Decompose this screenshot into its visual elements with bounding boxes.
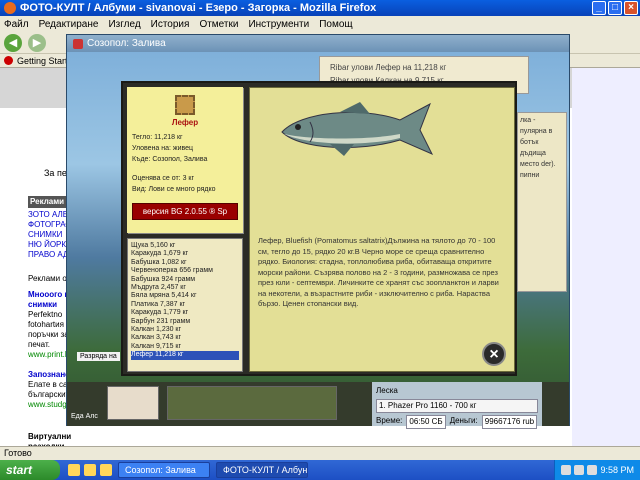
list-item[interactable]: Каракуда 1,679 кг <box>131 250 239 258</box>
fish-score: Оценява се от: 3 кг <box>132 175 195 182</box>
list-item[interactable]: Щука 5,160 кг <box>131 242 239 250</box>
stamp-icon <box>175 95 195 115</box>
quicklaunch-icon[interactable] <box>84 464 96 476</box>
menu-bar: Файл Редактиране Изглед История Отметки … <box>0 16 640 32</box>
fish-detail-panel: Лефер, Bluefish (Pomatomus saltatrix)Дъл… <box>249 87 515 372</box>
minimize-button[interactable]: _ <box>592 1 606 15</box>
catch-list: Щука 5,160 кг Каракуда 1,679 кг Бабушка … <box>127 238 243 372</box>
bait-slot-shrimp[interactable] <box>107 386 159 420</box>
maximize-button[interactable]: □ <box>608 1 622 15</box>
taskbar: start Созопол: Залива ФОТО-КУЛТ / Албун.… <box>0 460 640 480</box>
catch-log-entry: Ribar улови Лефер на 11,218 кг <box>330 63 447 72</box>
close-button[interactable]: × <box>624 1 638 15</box>
menu-file[interactable]: Файл <box>4 19 29 30</box>
close-dialog-button[interactable]: × <box>482 342 506 366</box>
list-item[interactable]: Каракуда 1,779 кг <box>131 309 239 317</box>
list-item[interactable]: Барбун 231 грамм <box>131 318 239 326</box>
time-label: Време: <box>376 416 403 425</box>
menu-tools[interactable]: Инструменти <box>248 19 309 30</box>
menu-bookmarks[interactable]: Отметки <box>199 19 238 30</box>
money-value: 99667176 rub <box>481 415 538 429</box>
game-title-bar: Созопол: Залива <box>67 35 569 52</box>
tray-icon[interactable] <box>574 465 585 475</box>
rod-info[interactable]: 1. Phazer Pro 1160 - 700 кг <box>376 399 538 413</box>
tray-icon[interactable] <box>587 465 598 475</box>
game-window-title: Созопол: Залива <box>87 38 166 49</box>
menu-history[interactable]: История <box>151 19 190 30</box>
fish-summary-note: Лефер Тегло: 11,218 кг Уловена на: живец… <box>127 87 243 233</box>
list-item[interactable]: Калкан 3,743 кг <box>131 334 239 342</box>
time-value: 06:50 СБ <box>406 415 446 429</box>
version-badge: версия BG 2.0.55 ® Sp <box>132 203 238 220</box>
tray-icon[interactable] <box>561 465 572 475</box>
game-bottom-bar: Еда Алс Леска 1. Phazer Pro 1160 - 700 к… <box>67 382 569 429</box>
system-tray: 9:58 PM <box>554 460 640 480</box>
fish-kind: Вид: Лови се много рядко <box>132 186 216 193</box>
list-item[interactable]: Мъдруга 2,457 кг <box>131 284 239 292</box>
fish-place: Къде: Созопол, Залива <box>132 156 208 163</box>
menu-view[interactable]: Изглед <box>108 19 140 30</box>
fish-weight: Тегло: 11,218 кг <box>132 134 183 141</box>
page-right-column <box>572 68 640 448</box>
line-label: Леска <box>376 386 398 395</box>
clock: 9:58 PM <box>600 465 634 475</box>
menu-help[interactable]: Помощ <box>319 19 352 30</box>
list-item[interactable]: Бяла мряна 5,414 кг <box>131 292 239 300</box>
forward-arrow-icon[interactable]: ▶ <box>28 33 46 52</box>
food-label: Еда Алс <box>71 413 98 420</box>
line-info-panel: Леска 1. Phazer Pro 1160 - 700 кг Време:… <box>372 382 542 429</box>
quicklaunch-icon[interactable] <box>68 464 80 476</box>
list-item[interactable]: Платика 7,387 кг <box>131 301 239 309</box>
fish-bait: Уловена на: живец <box>132 145 194 152</box>
money-label: Деньги: <box>449 416 478 425</box>
start-button[interactable]: start <box>0 460 60 480</box>
fish-card-dialog: Лефер Тегло: 11,218 кг Уловена на: живец… <box>121 81 517 376</box>
bookmark-icon <box>4 56 13 65</box>
quicklaunch-icon[interactable] <box>100 464 112 476</box>
tackle-items[interactable] <box>167 386 337 420</box>
list-item-selected[interactable]: Лефер 11,218 кг <box>131 351 239 360</box>
list-item[interactable]: Бабушка 1,082 кг <box>131 259 239 267</box>
taskbar-item-game[interactable]: Созопол: Залива <box>118 462 210 478</box>
list-item[interactable]: Калкан 1,230 кг <box>131 326 239 334</box>
list-item[interactable]: Червеноперка 656 грамм <box>131 267 239 275</box>
taskbar-item-firefox[interactable]: ФОТО-КУЛТ / Албун... <box>216 462 308 478</box>
rank-label: Разряда на <box>77 352 120 361</box>
list-item[interactable]: Бабушка 924 грамм <box>131 276 239 284</box>
back-arrow-icon[interactable]: ◀ <box>4 33 22 52</box>
status-bar: Готово <box>0 446 640 460</box>
info-note: лка - пулярна в ботък дъдища место der).… <box>517 112 567 292</box>
quick-launch <box>68 464 112 476</box>
browser-title: ФОТО-КУЛТ / Албуми - sivanovai - Езеро -… <box>20 2 377 14</box>
list-item[interactable]: Калкан 9,715 кг <box>131 343 239 351</box>
fish-description: Лефер, Bluefish (Pomatomus saltatrix)Дъл… <box>258 236 499 308</box>
menu-edit[interactable]: Редактиране <box>39 19 99 30</box>
fish-name: Лефер <box>171 118 199 127</box>
bluefish-image <box>281 102 434 156</box>
firefox-icon <box>4 2 16 14</box>
game-icon <box>73 38 83 49</box>
browser-title-bar: ФОТО-КУЛТ / Албуми - sivanovai - Езеро -… <box>0 0 640 16</box>
